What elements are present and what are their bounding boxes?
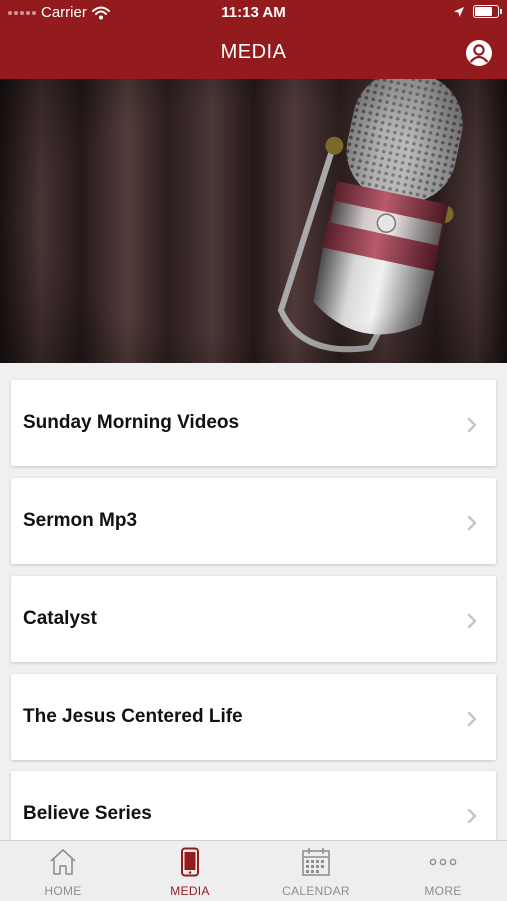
- list-item-believe-series[interactable]: Believe Series: [11, 771, 496, 840]
- tab-more[interactable]: MORE: [380, 841, 506, 901]
- battery-level: [475, 7, 492, 16]
- hero-microphone-image: [0, 79, 507, 363]
- media-list: Sunday Morning Videos Sermon Mp3 Catalys…: [0, 363, 507, 840]
- chevron-right-icon: [467, 613, 477, 629]
- tab-label: CALENDAR: [282, 884, 350, 898]
- list-item-sunday-morning-videos[interactable]: Sunday Morning Videos: [11, 380, 496, 466]
- chevron-right-icon: [467, 711, 477, 727]
- list-item-the-jesus-centered-life[interactable]: The Jesus Centered Life: [11, 674, 496, 760]
- chevron-right-icon: [467, 417, 477, 433]
- navigation-bar: MEDIA: [0, 26, 507, 79]
- tab-calendar[interactable]: CALENDAR: [253, 841, 379, 901]
- tab-label: MEDIA: [170, 884, 210, 898]
- list-item-sermon-mp3[interactable]: Sermon Mp3: [11, 478, 496, 564]
- location-arrow-icon: [454, 6, 464, 17]
- tab-home[interactable]: HOME: [0, 841, 126, 901]
- home-icon: [50, 849, 76, 875]
- list-item-label: Catalyst: [23, 608, 97, 629]
- list-item-catalyst[interactable]: Catalyst: [11, 576, 496, 662]
- list-item-label: Sermon Mp3: [23, 510, 138, 531]
- more-dots-icon: [429, 858, 457, 866]
- tab-bar: HOME MEDIA CALENDAR MORE: [0, 840, 507, 901]
- status-right: [453, 5, 502, 18]
- chevron-right-icon: [467, 515, 477, 531]
- battery-icon: [473, 5, 502, 18]
- profile-icon[interactable]: [465, 39, 493, 67]
- list-item-label: Sunday Morning Videos: [23, 412, 240, 433]
- list-item-label: Believe Series: [23, 803, 152, 824]
- tab-media[interactable]: MEDIA: [127, 841, 253, 901]
- tab-label: HOME: [44, 884, 82, 898]
- status-time: 11:13 AM: [221, 4, 286, 21]
- tab-label: MORE: [424, 884, 462, 898]
- chevron-right-icon: [467, 808, 477, 824]
- page-title: MEDIA: [220, 41, 287, 63]
- phone-icon: [181, 847, 199, 877]
- list-item-label: The Jesus Centered Life: [23, 706, 243, 727]
- calendar-icon: [302, 848, 330, 876]
- status-bar: Carrier 11:13 AM: [0, 0, 507, 26]
